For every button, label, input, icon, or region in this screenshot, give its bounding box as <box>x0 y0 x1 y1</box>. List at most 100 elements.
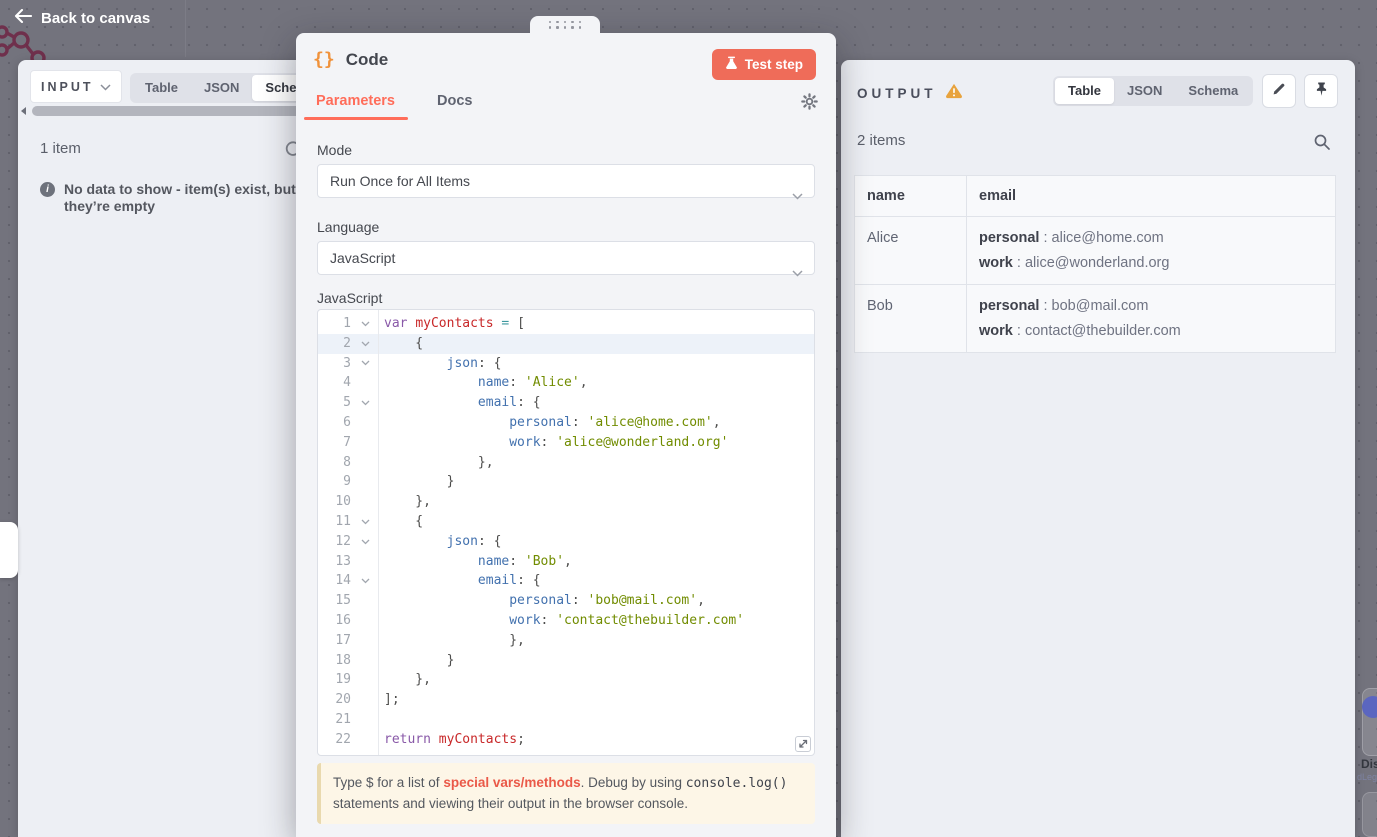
mode-select[interactable]: Run Once for All Items <box>317 164 815 200</box>
code-text: }, <box>384 454 494 470</box>
output-view-tabs: Table JSON Schema <box>1053 76 1254 106</box>
fold-chevron-icon[interactable] <box>351 532 379 552</box>
canvas-node-sublabel: dLega <box>1357 772 1377 782</box>
line-number: 4 <box>343 375 351 391</box>
code-line-20[interactable]: 20]; <box>318 690 814 710</box>
line-number: 1 <box>343 316 351 331</box>
input-empty-message: No data to show - item(s) exist, but the… <box>64 181 296 215</box>
code-editor[interactable]: 1 var myContacts = [2 {3 json: {4 name: '… <box>317 309 815 756</box>
code-line-15[interactable]: 15 personal: 'bob@mail.com', <box>318 591 814 611</box>
tab-docs[interactable]: Docs <box>437 93 472 109</box>
line-number: 15 <box>335 593 351 609</box>
pin-output-button[interactable] <box>1304 74 1338 108</box>
fold-chevron-icon[interactable] <box>351 512 379 532</box>
output-panel: OUTPUT Table JSON Schema 2 items name em… <box>841 60 1355 837</box>
output-tab-table[interactable]: Table <box>1055 78 1114 104</box>
line-number: 7 <box>343 434 351 450</box>
panel-resize-grip[interactable] <box>0 522 18 578</box>
code-line-8[interactable]: 8 }, <box>318 453 814 473</box>
code-text: return myContacts; <box>384 731 525 747</box>
cell-email: personal : alice@home.com work : alice@wo… <box>966 216 1336 285</box>
code-text: json: { <box>446 533 502 549</box>
code-text: } <box>384 652 455 668</box>
code-line-6[interactable]: 6 personal: 'alice@home.com', <box>318 413 814 433</box>
chevron-down-icon <box>792 179 803 211</box>
code-line-4[interactable]: 4 name: 'Alice', <box>318 373 814 393</box>
canvas-node-card-2[interactable] <box>1362 792 1377 837</box>
chevron-down-icon <box>792 256 803 288</box>
scroll-left-arrow-icon[interactable] <box>21 107 26 115</box>
gear-icon[interactable] <box>801 93 818 115</box>
output-tab-schema[interactable]: Schema <box>1175 78 1251 104</box>
back-to-canvas-button[interactable]: Back to canvas <box>14 8 150 27</box>
language-value: JavaScript <box>330 250 396 266</box>
table-row: Alice personal : alice@home.com work : ali… <box>854 216 1336 285</box>
code-line-21[interactable]: 21 <box>318 710 814 730</box>
code-text: name: 'Alice', <box>477 375 588 391</box>
line-number: 22 <box>335 731 351 747</box>
code-text: { <box>384 513 424 529</box>
test-step-label: Test step <box>744 57 803 72</box>
code-text: email: { <box>477 395 541 411</box>
code-line-3[interactable]: 3 json: { <box>318 354 814 374</box>
drag-dots-icon <box>548 20 582 29</box>
code-line-9[interactable]: 9 } <box>318 472 814 492</box>
tab-parameters[interactable]: Parameters <box>316 93 395 109</box>
fold-chevron-icon[interactable] <box>351 334 379 354</box>
code-line-11[interactable]: 11 { <box>318 512 814 532</box>
code-node-modal: {} Code Test step Parameters Docs Mode R… <box>296 16 836 837</box>
code-line-1[interactable]: 1 var myContacts = [ <box>318 314 814 334</box>
input-tab-table[interactable]: Table <box>132 75 191 101</box>
code-line-17[interactable]: 17 }, <box>318 631 814 651</box>
editor-resize-handle[interactable] <box>795 736 811 752</box>
fold-chevron-icon[interactable] <box>351 354 379 374</box>
line-number: 16 <box>335 612 351 628</box>
fold-chevron-icon[interactable] <box>351 571 379 591</box>
fold-chevron-icon[interactable] <box>351 314 379 334</box>
code-text: }, <box>384 672 431 688</box>
code-line-2[interactable]: 2 { <box>318 333 814 354</box>
warning-icon[interactable] <box>945 82 963 104</box>
email-entry: work : alice@wonderland.org <box>979 255 1170 271</box>
modal-drag-handle[interactable] <box>530 16 600 33</box>
editor-hint-notice: Type $ for a list of special vars/method… <box>317 763 815 824</box>
search-icon[interactable] <box>1313 133 1331 156</box>
canvas-node-label: Dis <box>1361 757 1377 771</box>
line-number: 5 <box>343 395 351 411</box>
code-text: email: { <box>477 573 541 589</box>
editor-label: JavaScript <box>317 290 383 306</box>
code-line-19[interactable]: 19 }, <box>318 670 814 690</box>
code-line-18[interactable]: 18 } <box>318 651 814 671</box>
code-line-13[interactable]: 13 name: 'Bob', <box>318 552 814 572</box>
code-line-22[interactable]: 22 return myContacts; <box>318 730 814 750</box>
special-vars-link[interactable]: special vars/methods <box>443 775 580 790</box>
output-panel-title: OUTPUT <box>857 85 937 101</box>
fold-chevron-icon[interactable] <box>351 393 379 413</box>
code-line-16[interactable]: 16 work: 'contact@thebuilder.com' <box>318 611 814 631</box>
input-panel-title: INPUT <box>41 79 94 94</box>
code-line-10[interactable]: 10 }, <box>318 492 814 512</box>
canvas-node-icon <box>1362 696 1377 718</box>
input-tab-json[interactable]: JSON <box>191 75 252 101</box>
code-line-7[interactable]: 7 work: 'alice@wonderland.org' <box>318 433 814 453</box>
test-step-button[interactable]: Test step <box>711 49 816 80</box>
edit-output-button[interactable] <box>1262 74 1296 108</box>
output-tab-json[interactable]: JSON <box>1114 78 1175 104</box>
modal-title: Code <box>345 49 389 69</box>
input-empty-notice: i No data to show - item(s) exist, but t… <box>40 181 302 215</box>
email-entry: personal : alice@home.com <box>979 230 1164 246</box>
code-line-12[interactable]: 12 json: { <box>318 532 814 552</box>
code-line-5[interactable]: 5 email: { <box>318 393 814 413</box>
line-number: 9 <box>343 474 351 490</box>
code-line-14[interactable]: 14 email: { <box>318 571 814 591</box>
language-select[interactable]: JavaScript <box>317 241 815 277</box>
input-source-dropdown[interactable]: INPUT <box>30 70 122 103</box>
code-text: json: { <box>446 355 502 371</box>
line-number: 19 <box>335 672 351 688</box>
